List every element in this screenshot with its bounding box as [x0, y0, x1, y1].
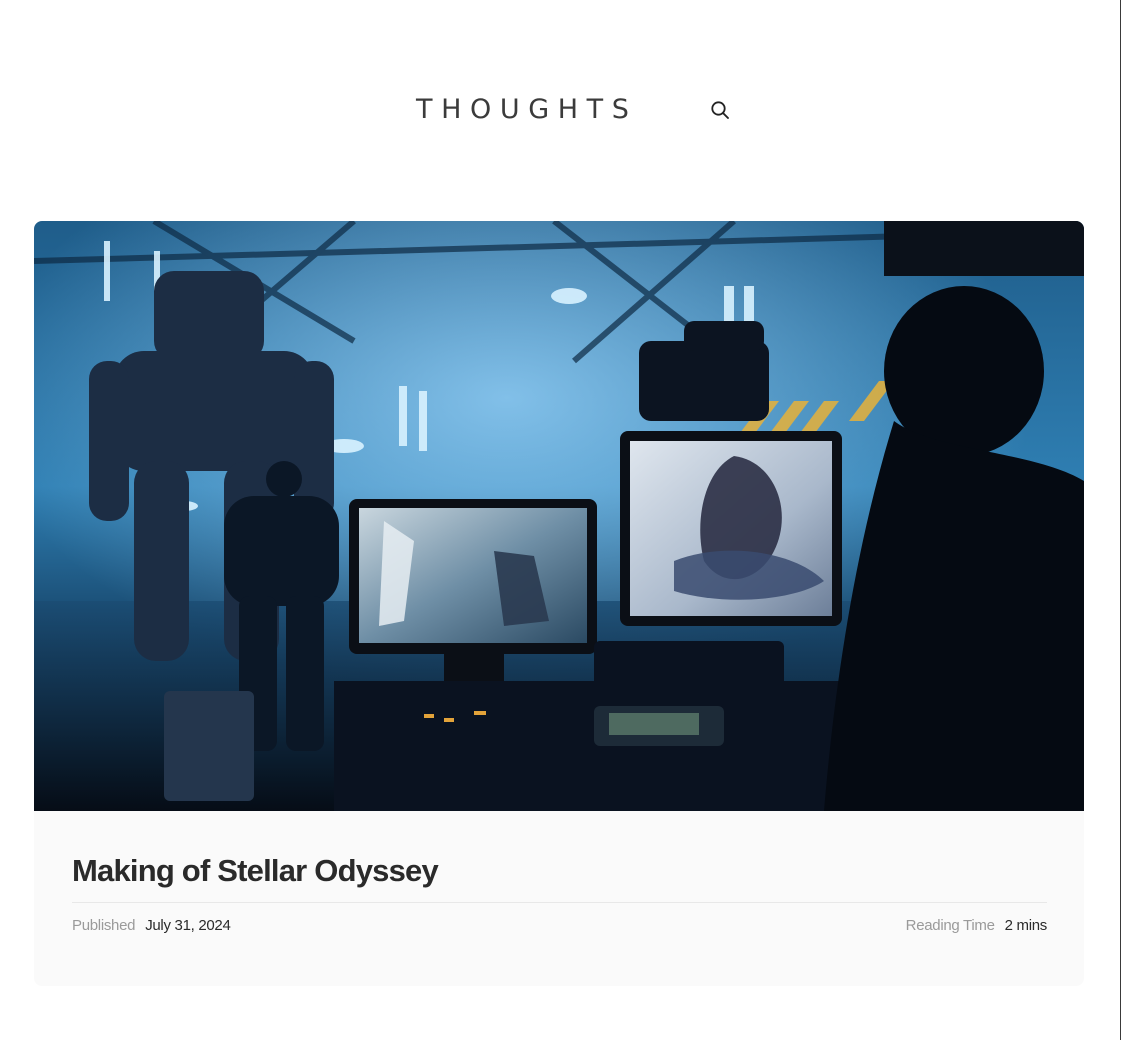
post-meta-divider: [72, 902, 1047, 903]
post-card[interactable]: Making of Stellar Odyssey Published July …: [34, 221, 1084, 986]
page-edge-divider: [1120, 0, 1121, 1040]
site-header: THOUGHTS: [0, 92, 1122, 128]
post-featured-image[interactable]: [34, 221, 1084, 811]
published-meta: Published July 31, 2024: [72, 915, 231, 937]
post-title[interactable]: Making of Stellar Odyssey: [72, 851, 439, 891]
reading-time-meta: Reading Time 2 mins: [905, 915, 1048, 937]
reading-time-label: Reading Time: [905, 917, 995, 934]
site-title[interactable]: THOUGHTS: [416, 92, 637, 128]
reading-time-value: 2 mins: [1004, 917, 1048, 934]
published-date: July 31, 2024: [145, 917, 231, 934]
published-label: Published: [72, 917, 136, 934]
search-icon: [711, 101, 729, 119]
search-button[interactable]: [706, 96, 734, 124]
